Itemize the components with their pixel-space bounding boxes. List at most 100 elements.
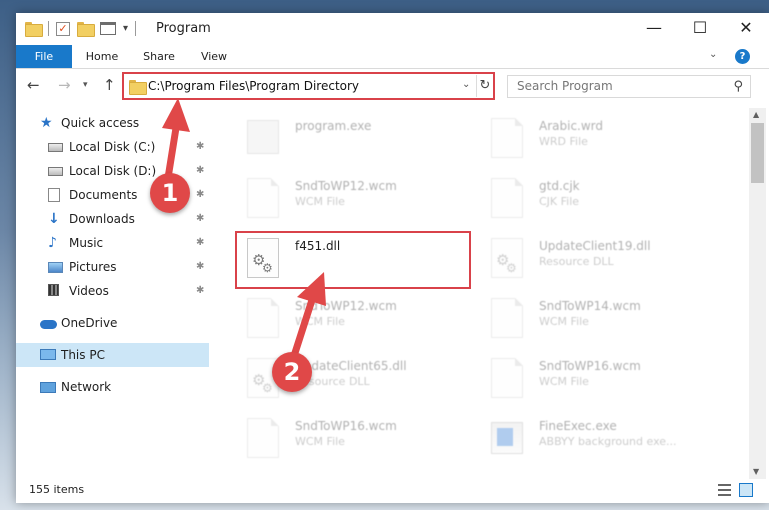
customize-icon[interactable] xyxy=(100,22,116,35)
properties-check-icon[interactable]: ✓ xyxy=(56,21,70,36)
help-icon[interactable]: ? xyxy=(735,49,750,64)
list-item-selected[interactable]: ⚙ ⚙ f451.dll xyxy=(239,234,489,288)
pin-icon[interactable]: ✱ xyxy=(196,231,204,255)
list-item[interactable]: SndToWP12.wcm WCM File xyxy=(239,174,489,228)
minimize-button[interactable]: — xyxy=(631,13,677,45)
dll-icon: ⚙ ⚙ xyxy=(491,238,523,278)
sidebar-item-music[interactable]: ♪ Music ✱ xyxy=(16,231,209,255)
ribbon-tabs: File Home Share View ⌄ ? xyxy=(16,45,769,69)
search-input[interactable]: Search Program ⚲ xyxy=(507,75,751,98)
pin-icon[interactable]: ✱ xyxy=(196,159,204,183)
list-item[interactable]: SndToWP12.wcm WCM File xyxy=(239,294,489,348)
callout-2: 2 xyxy=(272,352,312,392)
sidebar-item-pictures[interactable]: Pictures ✱ xyxy=(16,255,209,279)
sidebar-item-label: Pictures xyxy=(69,260,117,274)
navigation-bar: ← → ▾ ↑ C:\Program Files\Program Directo… xyxy=(16,70,769,102)
vertical-scrollbar[interactable]: ▲ ▼ xyxy=(749,108,766,483)
address-bar[interactable]: C:\Program Files\Program Directory ⌄ ↻ xyxy=(122,72,495,100)
large-icons-view-icon[interactable] xyxy=(739,483,753,497)
file-name: SndToWP12.wcm xyxy=(295,179,397,193)
tab-home[interactable]: Home xyxy=(80,45,124,68)
sidebar-item-label: Downloads xyxy=(69,212,135,226)
list-item[interactable]: SndToWP16.wcm WCM File xyxy=(239,414,489,468)
tab-view[interactable]: View xyxy=(196,45,232,68)
maximize-button[interactable]: ☐ xyxy=(677,13,723,45)
onedrive-icon xyxy=(40,320,57,329)
sidebar-item-videos[interactable]: Videos ✱ xyxy=(16,279,209,303)
document-icon xyxy=(491,358,523,398)
address-path[interactable]: C:\Program Files\Program Directory xyxy=(148,79,359,93)
pictures-icon xyxy=(48,262,63,273)
new-folder-icon[interactable] xyxy=(77,22,95,37)
pin-icon[interactable]: ✱ xyxy=(196,207,204,231)
list-item[interactable]: SndToWP16.wcm WCM File xyxy=(483,354,733,408)
file-type: WCM File xyxy=(295,195,345,208)
up-arrow-icon[interactable]: ↑ xyxy=(103,76,116,94)
list-item[interactable]: Arabic.wrd WRD File xyxy=(483,114,733,168)
forward-arrow-icon[interactable]: → xyxy=(58,76,71,94)
explorer-window: ✓ ▾ Program — ☐ ✕ File Home Share View ⌄… xyxy=(16,13,769,503)
file-type: WCM File xyxy=(539,375,589,388)
sidebar-item-label: This PC xyxy=(61,348,105,362)
scrollbar-thumb[interactable] xyxy=(751,123,764,183)
list-item[interactable]: ⚙ ⚙ UpdateClient19.dll Resource DLL xyxy=(483,234,733,288)
file-name: UpdateClient19.dll xyxy=(539,239,651,253)
sidebar-item-label: Local Disk (C:) xyxy=(69,140,156,154)
navigation-pane: ★ Quick access Local Disk (C:) ✱ Local D… xyxy=(16,108,211,478)
sidebar-item-quick-access[interactable]: ★ Quick access xyxy=(16,111,209,135)
tab-share[interactable]: Share xyxy=(138,45,180,68)
dll-icon: ⚙ ⚙ xyxy=(247,238,279,278)
document-icon xyxy=(491,178,523,218)
details-view-icon[interactable] xyxy=(718,484,731,496)
pin-icon[interactable]: ✱ xyxy=(196,183,204,207)
download-icon: ↓ xyxy=(48,211,60,227)
file-name: SndToWP16.wcm xyxy=(539,359,641,373)
recent-locations-icon[interactable]: ▾ xyxy=(83,80,88,90)
app-icon xyxy=(491,422,523,454)
list-item[interactable]: FineExec.exe ABBYY background exe... xyxy=(483,414,733,468)
sidebar-item-label: Network xyxy=(61,380,112,394)
file-type: WCM File xyxy=(295,435,345,448)
folder-icon xyxy=(129,80,147,95)
videos-icon xyxy=(48,284,59,296)
scroll-down-icon[interactable]: ▼ xyxy=(753,467,759,476)
sidebar-item-this-pc[interactable]: This PC xyxy=(16,343,209,367)
file-name: Arabic.wrd xyxy=(539,119,604,133)
pin-icon[interactable]: ✱ xyxy=(196,135,204,159)
document-icon xyxy=(491,298,523,338)
sidebar-item-label: OneDrive xyxy=(61,316,118,330)
sidebar-item-label: Quick access xyxy=(61,116,140,130)
file-type: WCM File xyxy=(539,315,589,328)
list-item[interactable]: program.exe xyxy=(239,114,489,168)
refresh-icon[interactable]: ↻ xyxy=(476,75,493,97)
scroll-up-icon[interactable]: ▲ xyxy=(753,110,759,119)
exe-icon xyxy=(247,120,279,154)
search-icon[interactable]: ⚲ xyxy=(733,79,743,94)
file-name: FineExec.exe xyxy=(539,419,617,433)
file-type: WCM File xyxy=(295,315,345,328)
file-name: SndToWP12.wcm xyxy=(295,299,397,313)
file-name: gtd.cjk xyxy=(539,179,580,193)
chevron-down-icon[interactable]: ⌄ xyxy=(462,79,470,90)
close-button[interactable]: ✕ xyxy=(723,13,769,45)
back-arrow-icon[interactable]: ← xyxy=(27,76,40,94)
window-title: Program xyxy=(156,21,211,36)
expand-ribbon-icon[interactable]: ⌄ xyxy=(709,49,717,60)
documents-icon xyxy=(48,188,60,202)
pin-icon[interactable]: ✱ xyxy=(196,279,204,303)
sidebar-item-network[interactable]: Network xyxy=(16,375,209,399)
callout-1: 1 xyxy=(150,173,190,213)
file-type: CJK File xyxy=(539,195,580,208)
file-type: WRD File xyxy=(539,135,588,148)
tab-file[interactable]: File xyxy=(16,45,72,68)
chevron-down-icon[interactable]: ▾ xyxy=(123,23,128,34)
list-item[interactable]: gtd.cjk CJK File xyxy=(483,174,733,228)
pin-icon[interactable]: ✱ xyxy=(196,255,204,279)
file-type: Resource DLL xyxy=(539,255,614,268)
sidebar-item-downloads[interactable]: ↓ Downloads ✱ xyxy=(16,207,209,231)
sidebar-item-onedrive[interactable]: OneDrive xyxy=(16,311,209,335)
sidebar-item-local-disk-c[interactable]: Local Disk (C:) ✱ xyxy=(16,135,209,159)
list-item[interactable]: SndToWP14.wcm WCM File xyxy=(483,294,733,348)
gear-icon: ⚙ xyxy=(262,261,273,275)
title-bar: ✓ ▾ Program — ☐ ✕ xyxy=(16,13,769,45)
